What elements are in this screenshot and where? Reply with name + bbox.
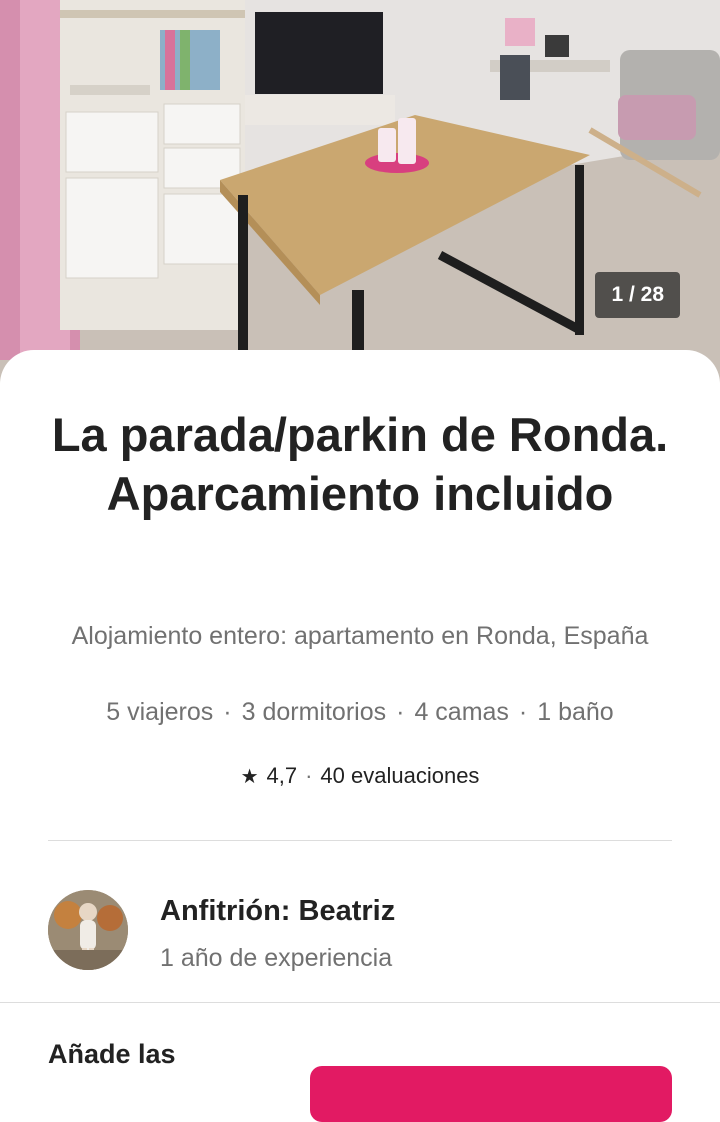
listing-stats: 5 viajeros · 3 dormitorios · 4 camas · 1 baño [20, 694, 700, 730]
listing-subtitle: Alojamiento entero: apartamento en Ronda… [71, 622, 649, 650]
listing-photo-illustration [0, 0, 720, 400]
rating-summary[interactable]: ★ 4,7 · 40 evaluaciones [20, 760, 700, 793]
stat-beds: 4 camas [414, 698, 509, 726]
add-dates-label: Añade las [48, 1039, 176, 1069]
stat-guests: 5 viajeros [106, 698, 214, 726]
listing-photo[interactable]: 1 / 28 [0, 0, 720, 400]
stat-separator: · [223, 698, 232, 726]
photo-counter: 1 / 28 [595, 272, 680, 318]
host-avatar[interactable] [48, 890, 128, 970]
star-icon: ★ [240, 766, 259, 788]
section-divider [48, 840, 672, 841]
host-avatar-image [48, 890, 128, 970]
stat-bathrooms: 1 baño [537, 698, 614, 726]
section-divider-full [0, 1002, 720, 1003]
listing-title: La parada/parkin de Ronda. Aparcamiento … [51, 408, 669, 520]
stat-separator: · [518, 698, 528, 726]
stat-bedrooms: 3 dormitorios [241, 698, 387, 726]
check-availability-button[interactable] [310, 1066, 672, 1122]
rating-separator: · [305, 763, 313, 788]
reviews-link[interactable]: 40 evaluaciones [320, 763, 479, 788]
host-experience: 1 año de experiencia [160, 944, 393, 972]
rating-score: 4,7 [266, 763, 298, 788]
stat-separator: · [396, 698, 405, 726]
host-name: Anfitrión: Beatriz [160, 895, 396, 927]
